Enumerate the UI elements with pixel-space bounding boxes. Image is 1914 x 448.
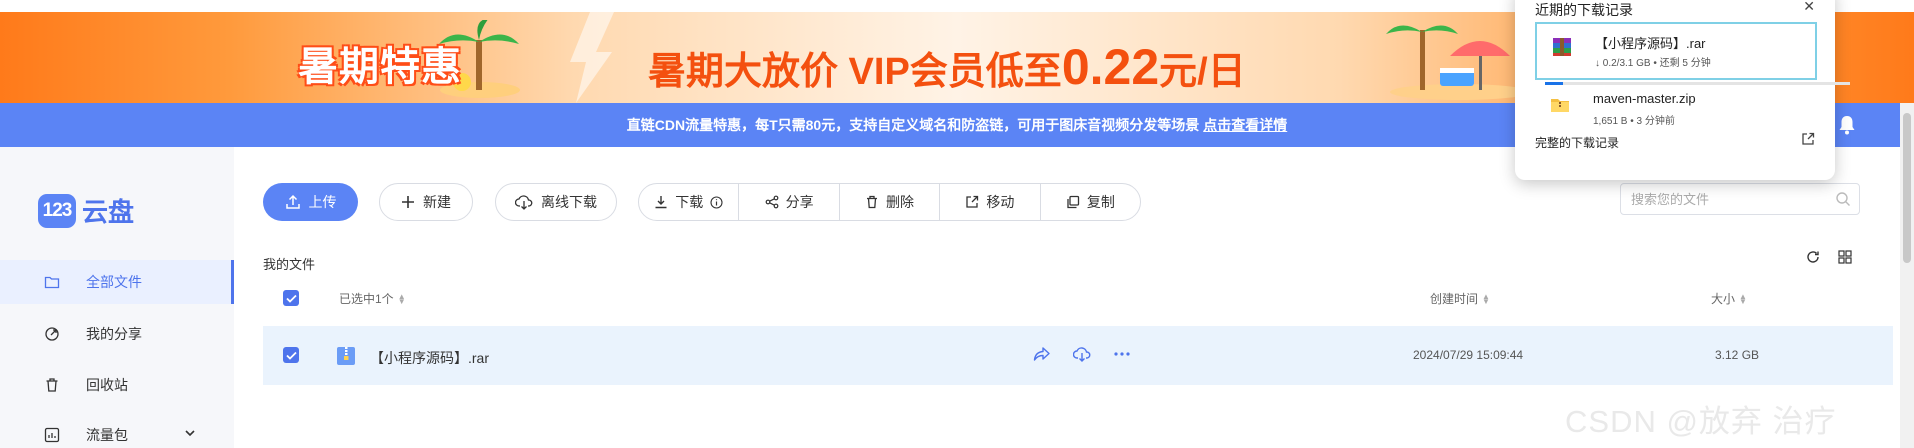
share-icon [765,195,779,209]
plus-icon [402,196,414,208]
full-download-history-link[interactable]: 完整的下载记录 [1535,134,1619,151]
bell-icon[interactable] [1838,115,1856,135]
close-icon[interactable]: ✕ [1803,0,1815,15]
cloud-download-icon [515,195,533,210]
sidebar-item-my-share[interactable]: 我的分享 [0,312,234,356]
header-selected[interactable]: 已选中1个 ▲ ▼ [339,290,406,307]
logo-text: 云盘 [82,197,135,227]
sidebar-item-traffic-pack[interactable]: 流量包 [0,413,234,448]
refresh-icon[interactable] [1806,250,1820,264]
search-box [1620,183,1860,215]
copy-button[interactable]: 复制 [1039,184,1140,220]
archive-file-icon [337,347,355,365]
download-icon [655,196,667,209]
search-icon[interactable] [1835,191,1851,207]
copy-label: 复制 [1086,194,1115,210]
watermark: CSDN @放弃 治疗 [1565,404,1837,439]
delete-button[interactable]: 删除 [838,184,939,220]
upload-button[interactable]: 上传 [263,183,358,221]
search-input[interactable] [1621,184,1821,214]
upload-icon [285,194,300,209]
scrollbar-thumb[interactable] [1903,113,1911,263]
copy-icon [1067,195,1079,209]
banner-tag: 暑期特惠 [298,44,462,90]
new-button[interactable]: 新建 [379,183,473,221]
banner-price: 0.22 [1061,39,1160,95]
download-label: 下载 [675,194,704,210]
sort-icon: ▲ ▼ [397,291,406,306]
new-label: 新建 [423,194,451,210]
file-created-time: 2024/07/29 15:09:44 [1413,348,1524,362]
sort-icon: ▲ ▼ [1482,291,1490,306]
chart-icon [44,427,60,443]
download-item[interactable]: 【小程序源码】.rar ↓ 0.2/3.1 GB • 还剩 5 分钟 [1535,22,1850,85]
sidebar-item-label: 流量包 [86,427,128,443]
view-controls [1806,250,1852,264]
move-button[interactable]: 移动 [939,184,1039,220]
sort-icon: ▲ ▼ [1739,291,1747,306]
info-icon[interactable] [710,195,723,209]
offline-download-button[interactable]: 离线下载 [495,183,617,221]
header-created-time[interactable]: 创建时间 ▲ ▼ [1430,290,1490,307]
share-label: 分享 [785,194,814,210]
list-header: 已选中1个 ▲ ▼ 创建时间 ▲ ▼ 大小 ▲ ▼ [263,285,1893,311]
download-file-name: maven-master.zip [1593,91,1696,106]
upload-label: 上传 [308,194,337,210]
grid-view-icon[interactable] [1838,250,1852,264]
sidebar: 123 云盘 全部文件 我的分享 回收站 流量包 [0,147,234,448]
download-button[interactable]: 下载 [639,184,738,220]
trash-icon [867,195,878,209]
download-meta: 1,651 B • 3 分钟前 [1593,116,1675,127]
rar-archive-icon [1553,38,1571,56]
share-arrow-icon[interactable] [1033,346,1051,362]
folder-icon [44,274,60,290]
download-meta: ↓ 0.2/3.1 GB • 还剩 5 分钟 [1595,58,1711,69]
downloads-popup: 近期的下载记录 ✕ 【小程序源码】.rar ↓ 0.2/3.1 GB • 还剩 … [1515,0,1850,180]
file-size: 3.12 GB [1715,348,1760,362]
sidebar-item-label: 全部文件 [86,274,142,290]
move-label: 移动 [986,194,1015,210]
page-scrollbar[interactable] [1900,103,1914,448]
offline-download-label: 离线下载 [541,194,597,210]
select-all-checkbox[interactable] [283,290,299,306]
table-row[interactable]: 【小程序源码】.rar 2024/07/29 15:09:44 3.12 GB [263,326,1893,385]
sidebar-item-label: 我的分享 [86,326,142,342]
chevron-down-icon[interactable] [184,427,196,439]
zip-folder-icon [1551,99,1569,112]
move-icon [966,195,979,208]
trash-icon [44,377,60,393]
share-link-icon [44,326,60,342]
download-file-name: 【小程序源码】.rar [1595,36,1706,51]
more-icon[interactable] [1113,346,1131,362]
sidebar-item-all-files[interactable]: 全部文件 [0,260,234,304]
open-external-icon[interactable] [1801,132,1815,146]
app-logo[interactable]: 123 云盘 [38,192,134,229]
sidebar-item-recycle-bin[interactable]: 回收站 [0,363,234,407]
lightning-decoration-icon [570,12,614,103]
check-icon [285,294,297,303]
logo-badge: 123 [38,193,76,228]
download-item[interactable]: maven-master.zip 1,651 B • 3 分钟前 [1535,82,1817,140]
check-icon [285,351,297,360]
header-size[interactable]: 大小 ▲ ▼ [1711,290,1747,307]
share-button[interactable]: 分享 [738,184,838,220]
sidebar-item-label: 回收站 [86,377,128,393]
banner-headline: 暑期大放价 VIP会员低至0.22元/日 [648,39,1246,95]
row-checkbox[interactable] [283,347,299,363]
notice-text: 直链CDN流量特惠，每T只需80元，支持自定义域名和防盗链，可用于图床音视频分发… [626,117,1200,133]
cloud-download-icon[interactable] [1073,346,1091,362]
notice-detail-link[interactable]: 点击查看详情 [1203,117,1287,133]
row-actions [1033,346,1131,362]
delete-label: 删除 [886,194,915,210]
breadcrumb[interactable]: 我的文件 [263,254,315,273]
file-name[interactable]: 【小程序源码】.rar [370,348,489,368]
file-action-group: 下载 分享 删除 移动 复制 [638,183,1141,221]
downloads-title: 近期的下载记录 [1535,2,1633,18]
